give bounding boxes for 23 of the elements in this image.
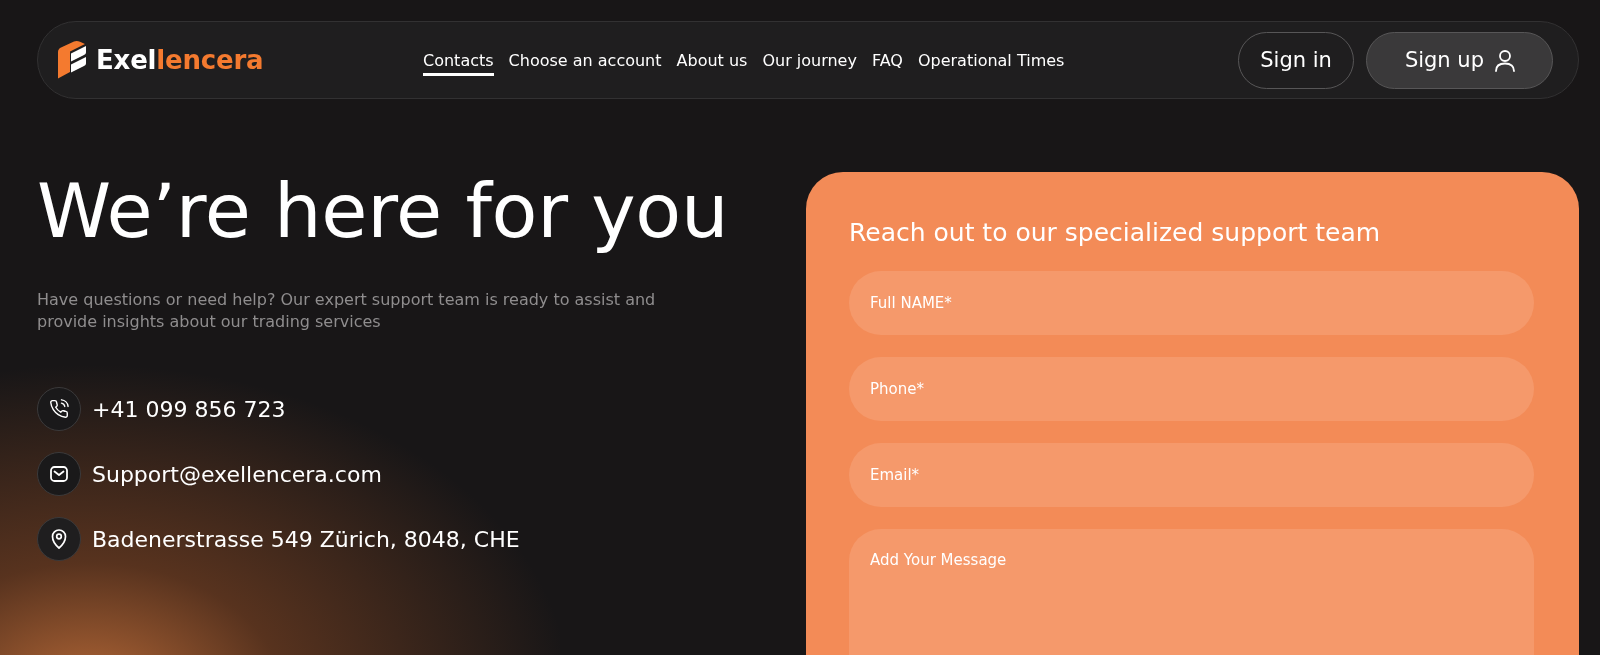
page-heading: We’re here for you bbox=[37, 171, 730, 251]
logo-wordmark: Exellencera bbox=[96, 45, 264, 75]
location-pin-icon bbox=[37, 517, 81, 561]
nav-link[interactable]: Our journey bbox=[762, 44, 857, 76]
input-field[interactable]: Phone* bbox=[849, 357, 1534, 421]
nav-link[interactable]: Choose an account bbox=[508, 44, 662, 76]
form-heading: Reach out to our specialized support team bbox=[849, 217, 1382, 249]
input-field[interactable]: Email* bbox=[849, 443, 1534, 507]
street-address: Badenerstrasse 549 Zürich, 8048, CHE bbox=[92, 526, 520, 552]
nav-link[interactable]: Operational Times bbox=[917, 44, 1065, 76]
input-field[interactable]: Full NAME* bbox=[849, 271, 1534, 335]
email-address: Support@exellencera.com bbox=[92, 461, 382, 487]
sign-up-button[interactable]: Sign up bbox=[1365, 31, 1553, 89]
nav-link[interactable]: About us bbox=[676, 44, 748, 76]
nav-link[interactable]: Contacts bbox=[423, 44, 494, 76]
message-field[interactable]: Add Your Message bbox=[849, 529, 1534, 655]
user-icon bbox=[1494, 48, 1516, 72]
nav-link[interactable]: FAQ bbox=[871, 44, 903, 76]
logo-icon bbox=[58, 41, 87, 79]
mail-icon bbox=[37, 452, 81, 496]
phone-icon bbox=[37, 387, 81, 431]
intro-text: Have questions or need help? Our expert support team is ready to assist and provide insights about our trading services bbox=[37, 289, 657, 333]
phone-number: +41 099 856 723 bbox=[92, 396, 286, 422]
